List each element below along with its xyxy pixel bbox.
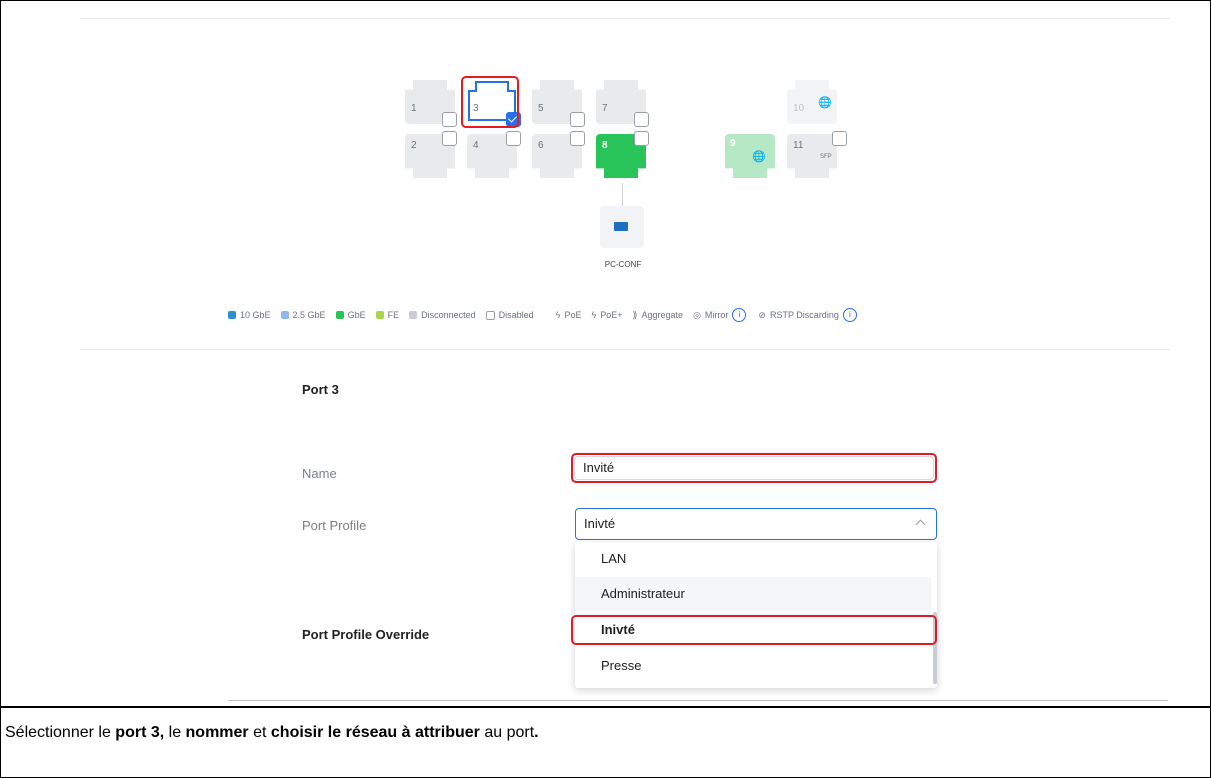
caption-divider [0,706,1211,708]
port-10-number: 10 [793,103,805,114]
port-2-number: 2 [411,140,417,151]
legend-25gbe-swatch [280,311,289,319]
poe-plus-icon: ϟ [591,310,597,320]
top-divider [80,18,1170,19]
port-11-sfp-label: SFP [820,154,832,160]
port-7-checkbox[interactable] [634,112,649,127]
port-4-number: 4 [473,140,479,151]
eye-icon: ◎ [693,309,701,320]
legend: 10 GbE 2.5 GbE GbE FE Disconnected Disab… [228,308,857,322]
rstp-icon: ⊘ [758,309,766,320]
port-9-globe-icon: 🌐 [752,151,766,163]
legend-fe-swatch [375,311,384,319]
port-10-globe-icon: 🌐 [818,97,832,109]
port-6-checkbox[interactable] [570,131,585,146]
option-highlight [571,615,937,645]
legend-gbe: GbE [347,310,366,320]
aggregate-icon: ⟫ [632,309,638,320]
name-highlight [571,453,937,483]
port-2-checkbox[interactable] [442,131,457,146]
legend-rstp: RSTP Discarding [769,310,839,320]
override-title: Port Profile Override [302,627,430,642]
legend-poe-plus: PoE+ [600,310,623,320]
legend-disabled-swatch [485,310,495,320]
rstp-info-icon[interactable]: i [842,308,857,322]
bottom-divider [228,700,1168,701]
chevron-up-icon [915,519,926,530]
caption-bold-name: nommer [185,724,249,741]
port-8-checkbox[interactable] [634,131,649,146]
legend-mirror: Mirror [704,310,729,320]
port-profile-value: Inivté [584,516,616,531]
port-1-checkbox[interactable] [442,112,457,127]
port-3-highlight [461,76,519,128]
port-9-number: 9 [730,138,736,149]
caption-bold-period: . [534,724,539,741]
computer-icon [614,222,628,231]
profile-label: Port Profile [302,518,367,533]
legend-fe: FE [387,310,400,320]
caption-text-3: et [248,724,271,741]
port-1-number: 1 [411,103,417,114]
device-name: PC-CONF [604,260,642,269]
legend-disconnected-swatch [409,311,418,319]
port-8-link-line [622,183,623,207]
mirror-info-icon[interactable]: i [732,308,747,322]
port-11-checkbox[interactable] [832,131,847,146]
port-5-number: 5 [538,103,544,114]
port-title: Port 3 [302,382,339,397]
option-administrateur[interactable]: Administrateur [575,577,931,611]
legend-25gbe: 2.5 GbE [292,310,326,320]
legend-disabled: Disabled [498,310,534,320]
caption-text-2: le [164,724,186,741]
panel-divider [80,349,1170,350]
port-6-number: 6 [538,140,544,151]
legend-10gbe-swatch [228,311,236,319]
caption-bold-port: port 3, [115,724,165,741]
option-presse[interactable]: Presse [575,649,931,683]
legend-aggregate: Aggregate [641,310,684,320]
caption-text-1: Sélectionner le [5,724,116,741]
port-4-checkbox[interactable] [506,131,521,146]
legend-10gbe: 10 GbE [240,310,271,320]
legend-gbe-swatch [335,311,344,319]
poe-icon: ϟ [555,310,561,320]
port-profile-select[interactable]: Inivté [575,508,937,540]
port-7-number: 7 [602,103,608,114]
caption-text-4: au port [479,724,535,741]
legend-disconnected: Disconnected [421,310,476,320]
name-label: Name [302,466,337,481]
caption-bold-network: choisir le réseau à attribuer [270,724,480,741]
legend-poe: PoE [564,310,582,320]
port-8-number: 8 [602,140,608,151]
port-5-checkbox[interactable] [570,112,585,127]
instruction-caption: Sélectionner le port 3, le nommer et cho… [5,724,539,742]
option-lan[interactable]: LAN [575,542,931,576]
port-11-number: 11 [793,140,804,151]
